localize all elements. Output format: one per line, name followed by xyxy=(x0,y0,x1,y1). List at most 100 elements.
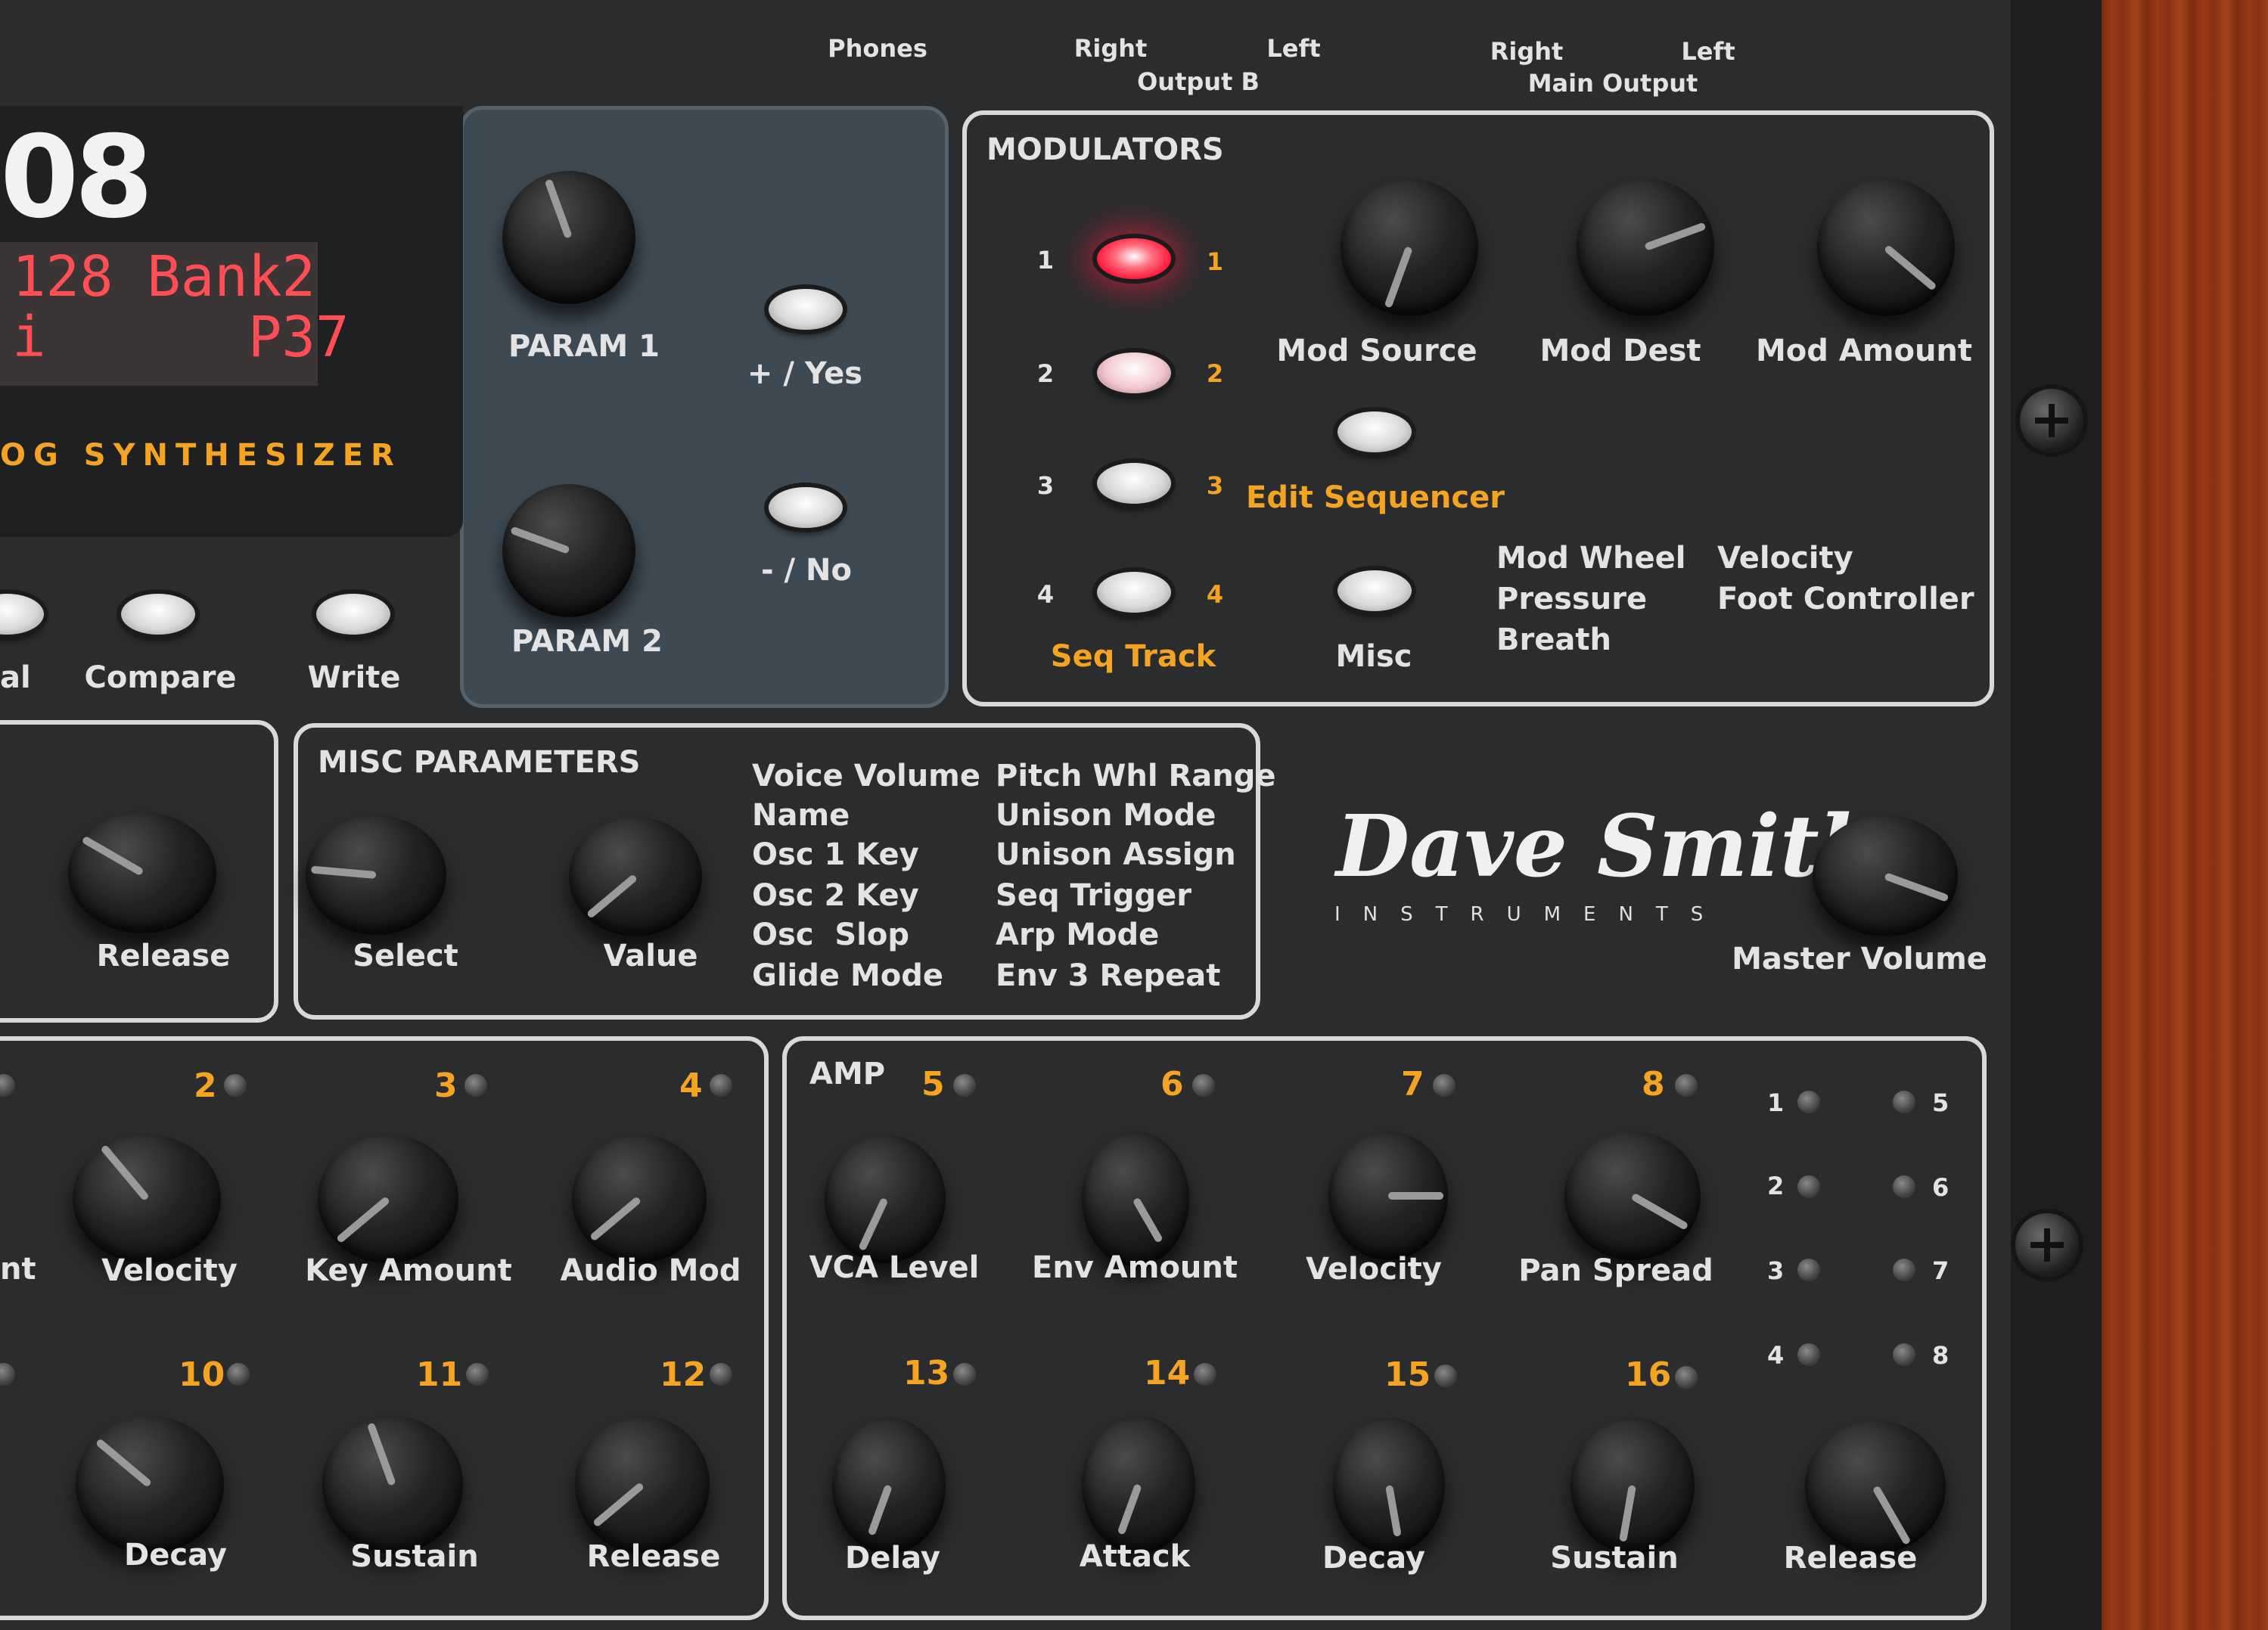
step-2-led xyxy=(224,1074,247,1097)
filter-decay-knob[interactable] xyxy=(76,1416,224,1554)
amp-sustain-knob[interactable] xyxy=(1571,1417,1695,1554)
misc-param-env3-repeat: Env 3 Repeat xyxy=(996,958,1221,993)
step-8-number: 8 xyxy=(1642,1065,1665,1104)
misc-value-label: Value xyxy=(603,939,698,973)
filter-audio-mod-knob[interactable] xyxy=(572,1135,707,1263)
misc-param-osc-slop: Osc Slop xyxy=(752,917,910,952)
mod-row-4-label-right: 4 xyxy=(1206,580,1224,609)
wood-side-panel xyxy=(2102,0,2268,1630)
step-15-number: 15 xyxy=(1384,1355,1431,1394)
filter-release-knob[interactable] xyxy=(575,1416,710,1554)
misc-parameters-title: MISC PARAMETERS xyxy=(318,745,641,780)
mod-row-1-label-right: 1 xyxy=(1206,247,1224,276)
step-14-led xyxy=(1194,1363,1216,1386)
mod-row-2-label-right: 2 xyxy=(1206,359,1224,388)
amp-release-knob[interactable] xyxy=(1805,1420,1946,1554)
hidden-button[interactable] xyxy=(0,594,44,635)
step-6-number: 6 xyxy=(1160,1065,1184,1104)
misc-param-osc2-key: Osc 2 Key xyxy=(752,878,919,913)
master-volume-knob[interactable] xyxy=(1813,815,1958,936)
brand-logo-script: Dave Smith xyxy=(1336,797,1881,896)
amp-delay-knob[interactable] xyxy=(832,1417,946,1554)
output-b-left-label: Left xyxy=(1266,34,1321,63)
step-16-led xyxy=(1675,1366,1698,1389)
amp-env-amount-knob[interactable] xyxy=(1082,1132,1189,1266)
mod-row-4-label-left: 4 xyxy=(1036,580,1055,609)
mod-row-3-label-left: 3 xyxy=(1036,471,1055,500)
screw-icon xyxy=(2020,389,2083,452)
misc-value-knob[interactable] xyxy=(569,817,702,936)
param1-knob[interactable] xyxy=(502,171,635,304)
mod-dest-knob[interactable] xyxy=(1577,179,1714,316)
misc-select-knob[interactable] xyxy=(306,815,446,935)
amp-title: AMP xyxy=(809,1057,886,1091)
mod-row-2-label-left: 2 xyxy=(1036,359,1055,388)
amp-attack-knob[interactable] xyxy=(1082,1416,1195,1554)
voice-2-number: 2 xyxy=(1767,1172,1785,1200)
mod-source-label: Mod Source xyxy=(1276,334,1477,368)
write-button[interactable] xyxy=(316,594,390,635)
mod-row-3-label-right: 3 xyxy=(1206,471,1224,500)
step-2-number: 2 xyxy=(194,1066,217,1105)
misc-param-seq-trigger: Seq Trigger xyxy=(996,878,1191,913)
source-velocity: Velocity xyxy=(1717,541,1853,576)
brand-logo-sub: INSTRUMENTS xyxy=(1334,903,1726,926)
misc-label: Misc xyxy=(1335,639,1412,674)
mod-select-2-button[interactable] xyxy=(1097,352,1171,393)
step-12-number: 12 xyxy=(660,1355,707,1394)
left-release-knob[interactable] xyxy=(68,812,216,933)
step-12-led xyxy=(710,1363,732,1386)
mod-source-knob[interactable] xyxy=(1341,179,1478,316)
voice-7-number: 7 xyxy=(1932,1256,1950,1285)
mod-select-3-button[interactable] xyxy=(1097,463,1171,504)
amp-release-label: Release xyxy=(1783,1541,1918,1576)
mod-amount-knob[interactable] xyxy=(1817,179,1955,316)
amp-pan-spread-knob[interactable] xyxy=(1564,1132,1701,1260)
step-8-led xyxy=(1675,1074,1698,1097)
voice-6-led xyxy=(1893,1175,1915,1198)
misc-select-label: Select xyxy=(353,939,458,973)
mod-select-4-button[interactable] xyxy=(1097,572,1171,613)
model-name: 08 xyxy=(0,112,154,244)
edit-sequencer-button[interactable] xyxy=(1337,411,1412,452)
filter-key-amount-knob[interactable] xyxy=(318,1135,458,1263)
edit-sequencer-label: Edit Sequencer xyxy=(1246,480,1505,515)
source-foot-controller: Foot Controller xyxy=(1717,582,1974,616)
amp-delay-label: Delay xyxy=(845,1541,940,1576)
filter-decay-label: Decay xyxy=(124,1538,227,1573)
voice-5-led xyxy=(1893,1091,1915,1113)
compare-button[interactable] xyxy=(121,594,195,635)
misc-button[interactable] xyxy=(1337,570,1412,611)
mod-select-1-button[interactable] xyxy=(1097,238,1171,279)
yes-button[interactable] xyxy=(769,289,843,330)
output-b-label: Output B xyxy=(1137,67,1260,96)
no-button[interactable] xyxy=(769,487,843,528)
filter-release-label: Release xyxy=(586,1539,721,1574)
filter-velocity-label: Velocity xyxy=(101,1253,238,1288)
filter-audio-mod-label: Audio Mod xyxy=(560,1253,741,1288)
voice-4-led xyxy=(1797,1343,1820,1366)
amp-decay-knob[interactable] xyxy=(1333,1417,1445,1554)
mod-row-1-label-left: 1 xyxy=(1036,246,1055,275)
misc-param-glide-mode: Glide Mode xyxy=(752,958,943,993)
param1-label: PARAM 1 xyxy=(508,329,660,364)
write-label: Write xyxy=(307,660,401,695)
filter-velocity-knob[interactable] xyxy=(73,1135,221,1263)
amp-pan-spread-label: Pan Spread xyxy=(1518,1253,1713,1288)
step-4-led xyxy=(710,1074,732,1097)
step-10-led xyxy=(227,1363,250,1386)
param2-knob[interactable] xyxy=(502,484,635,617)
mod-dest-label: Mod Dest xyxy=(1539,334,1701,368)
misc-param-arp-mode: Arp Mode xyxy=(996,917,1160,952)
amp-vca-level-knob[interactable] xyxy=(825,1135,946,1263)
left-release-label: Release xyxy=(96,939,231,973)
voice-8-number: 8 xyxy=(1932,1341,1950,1370)
yes-label: + / Yes xyxy=(747,356,863,391)
filter-sustain-knob[interactable] xyxy=(322,1416,463,1554)
amp-velocity-knob[interactable] xyxy=(1328,1132,1448,1260)
voice-1-led xyxy=(1797,1091,1820,1113)
step-13-number: 13 xyxy=(903,1354,950,1392)
synth-subtitle: OG SYNTHESIZER xyxy=(0,438,402,473)
step-10-number: 10 xyxy=(179,1355,225,1394)
mod-amount-label: Mod Amount xyxy=(1755,334,1973,368)
